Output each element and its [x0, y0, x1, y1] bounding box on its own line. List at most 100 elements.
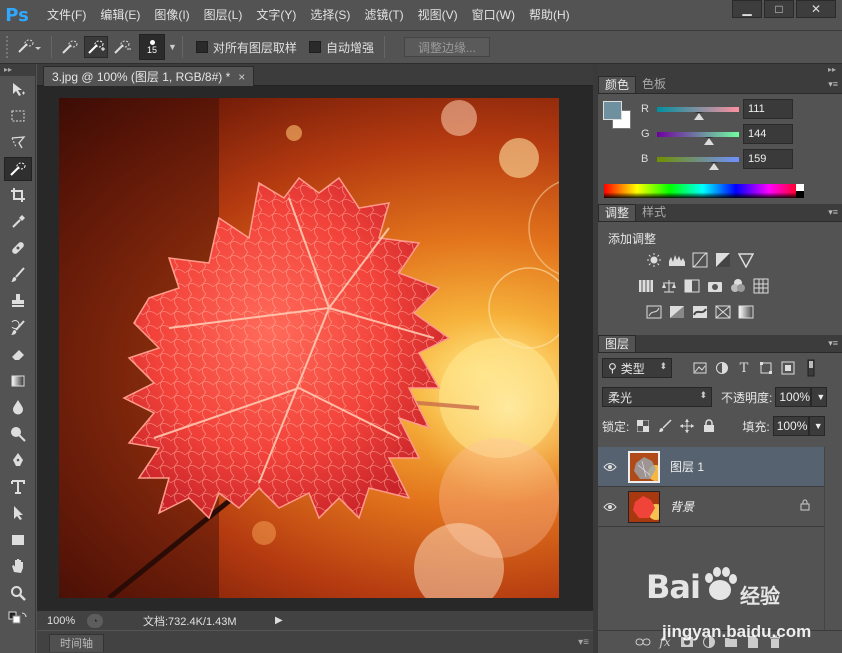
lock-position-icon[interactable] [679, 418, 695, 434]
opacity-dropdown-icon[interactable]: ▼ [811, 387, 828, 407]
panel-menu-icon[interactable]: ▾≡ [828, 207, 838, 218]
tab-swatches[interactable]: 色板 [636, 76, 672, 93]
blue-channel-slider[interactable] [657, 156, 739, 170]
clone-stamp-tool[interactable] [0, 288, 36, 315]
panels-collapse-icon[interactable]: ▸▸ [598, 64, 842, 76]
tab-color[interactable]: 颜色 [598, 76, 637, 93]
auto-enhance-checkbox[interactable] [308, 41, 321, 53]
pen-tool[interactable] [0, 447, 36, 474]
filter-pixel-icon[interactable] [692, 360, 708, 376]
color-swatches[interactable] [0, 606, 36, 633]
channel-mixer-icon[interactable] [729, 278, 747, 294]
tab-adjustments[interactable]: 调整 [598, 204, 637, 221]
photo-filter-icon[interactable] [706, 278, 724, 294]
opacity-input[interactable]: 100% [775, 387, 812, 407]
lock-image-icon[interactable] [657, 418, 673, 434]
menu-type[interactable]: 文字(Y) [249, 0, 303, 30]
shape-tool[interactable] [0, 527, 36, 554]
layer-row-layer1[interactable]: 图层 1 [598, 447, 824, 487]
visibility-eye-icon[interactable] [598, 462, 622, 472]
hand-tool[interactable] [0, 553, 36, 580]
panel-menu-icon[interactable]: ▾≡ [578, 637, 589, 648]
blue-channel-value[interactable]: 159 [743, 149, 793, 169]
red-channel-slider[interactable] [657, 106, 739, 120]
menu-window[interactable]: 窗口(W) [465, 0, 522, 30]
layer-filter-kind-select[interactable]: ⚲ 类型 ⬍ [602, 358, 672, 378]
marquee-tool[interactable] [0, 103, 36, 130]
filter-shape-icon[interactable] [758, 360, 774, 376]
zoom-tool[interactable] [0, 580, 36, 607]
gradient-tool[interactable] [0, 368, 36, 395]
menu-view[interactable]: 视图(V) [411, 0, 465, 30]
new-group-folder-icon[interactable] [720, 634, 742, 650]
path-selection-tool[interactable] [0, 500, 36, 527]
filter-toggle-switch[interactable] [803, 359, 819, 377]
blend-mode-select[interactable]: 柔光 ⬍ [602, 387, 712, 407]
slider-thumb[interactable] [694, 111, 704, 120]
new-layer-icon[interactable] [742, 634, 764, 650]
fill-dropdown-icon[interactable]: ▼ [808, 416, 825, 436]
menu-edit[interactable]: 编辑(E) [93, 0, 147, 30]
lock-all-icon[interactable] [701, 418, 717, 434]
visibility-eye-icon[interactable] [598, 502, 622, 512]
minimize-button[interactable]: ▁ [732, 0, 762, 18]
brush-tool[interactable] [0, 262, 36, 289]
green-channel-slider[interactable] [657, 131, 739, 145]
filter-adjustment-icon[interactable] [714, 360, 730, 376]
layer-row-background[interactable]: 背景 [598, 487, 824, 527]
layer-name[interactable]: 图层 1 [670, 458, 704, 475]
curves-icon[interactable] [691, 252, 709, 268]
menu-help[interactable]: 帮助(H) [522, 0, 577, 30]
move-tool[interactable] [0, 76, 36, 103]
invert-icon[interactable] [645, 304, 663, 320]
link-layers-icon[interactable] [632, 634, 654, 650]
layers-scrollbar[interactable] [824, 447, 838, 653]
gradient-map-icon[interactable] [737, 304, 755, 320]
selective-color-icon[interactable] [714, 304, 732, 320]
lasso-tool[interactable] [0, 129, 36, 156]
brightness-contrast-icon[interactable] [645, 252, 663, 268]
fill-input[interactable]: 100% [772, 416, 809, 436]
black-white-icon[interactable] [683, 278, 701, 294]
status-menu-arrow-icon[interactable]: ▶ [275, 615, 289, 626]
menu-image[interactable]: 图像(I) [147, 0, 196, 30]
tab-layers[interactable]: 图层 [598, 335, 637, 352]
menu-layer[interactable]: 图层(L) [197, 0, 250, 30]
slider-thumb[interactable] [709, 161, 719, 170]
status-info-icon[interactable]: ◔ [87, 613, 103, 628]
canvas-workspace[interactable] [37, 86, 593, 610]
panel-menu-icon[interactable]: ▾≡ [828, 79, 838, 90]
add-to-selection-mode[interactable] [84, 36, 108, 58]
healing-brush-tool[interactable] [0, 235, 36, 262]
tab-styles[interactable]: 样式 [636, 204, 672, 221]
history-brush-tool[interactable] [0, 315, 36, 342]
timeline-tab[interactable]: 时间轴 [49, 634, 104, 652]
filter-smart-object-icon[interactable] [780, 360, 796, 376]
tools-collapse-icon[interactable]: ▸▸ [0, 64, 35, 76]
black-white-swatch[interactable] [796, 184, 804, 198]
quick-selection-tool[interactable] [0, 156, 36, 183]
panel-menu-icon[interactable]: ▾≡ [828, 338, 838, 349]
tool-preset-picker[interactable] [12, 35, 46, 59]
exposure-icon[interactable] [714, 252, 732, 268]
new-adjustment-layer-icon[interactable] [698, 634, 720, 650]
menu-filter[interactable]: 滤镜(T) [357, 0, 410, 30]
dodge-tool[interactable] [0, 421, 36, 448]
threshold-icon[interactable] [691, 304, 709, 320]
crop-tool[interactable] [0, 182, 36, 209]
subtract-from-selection-mode[interactable] [110, 36, 134, 58]
close-tab-icon[interactable]: × [238, 70, 245, 84]
slider-thumb[interactable] [704, 136, 714, 145]
eraser-tool[interactable] [0, 341, 36, 368]
filter-type-icon[interactable]: T [736, 360, 752, 376]
new-selection-mode[interactable] [58, 36, 82, 58]
maximize-button[interactable]: □ [764, 0, 794, 18]
brush-size-picker[interactable]: 15 [139, 34, 165, 60]
color-balance-icon[interactable] [660, 278, 678, 294]
zoom-level[interactable]: 100% [37, 615, 87, 627]
canvas-image[interactable] [59, 98, 559, 598]
add-mask-icon[interactable] [676, 634, 698, 650]
hue-saturation-icon[interactable] [637, 278, 655, 294]
posterize-icon[interactable] [668, 304, 686, 320]
red-channel-value[interactable]: 111 [743, 99, 793, 119]
